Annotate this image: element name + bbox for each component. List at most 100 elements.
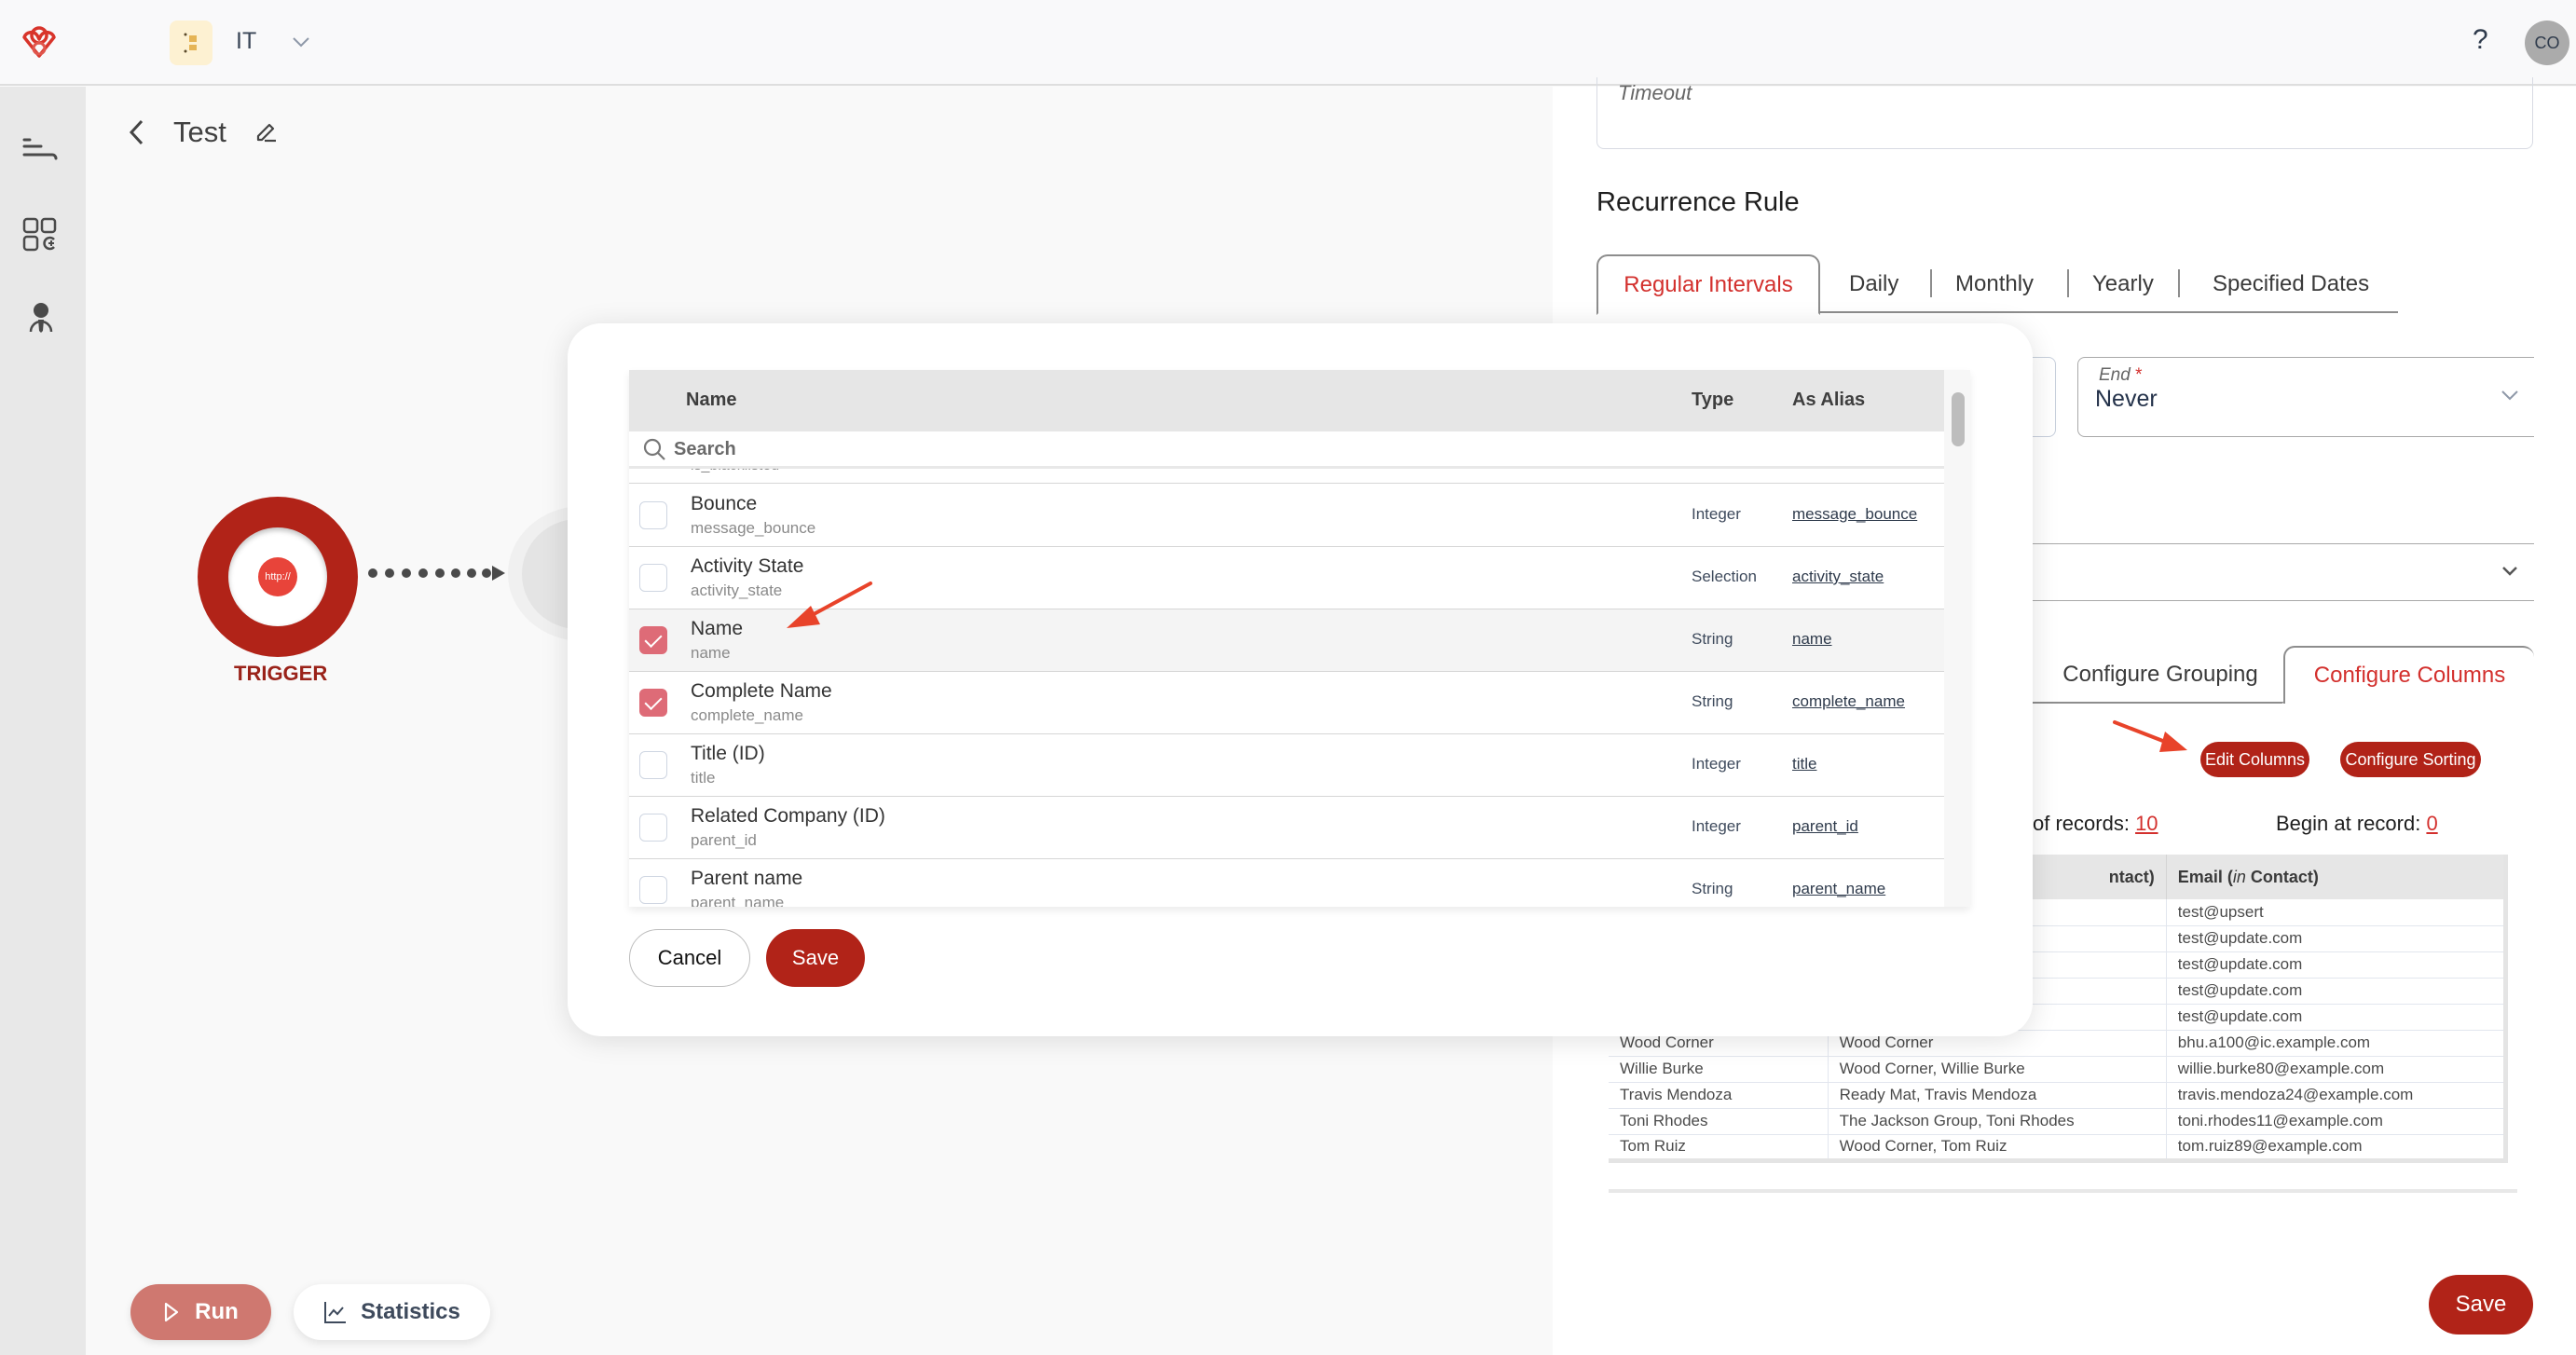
record-offset: Begin at record: 0 bbox=[2276, 812, 2438, 835]
field-picker-table: Name Type As Alias is_blacklisted Bounce… bbox=[629, 370, 1970, 907]
field-key: activity_state bbox=[691, 582, 783, 599]
chevron-down-icon bbox=[2501, 390, 2518, 401]
save-button[interactable]: Save bbox=[2429, 1275, 2533, 1334]
tab-yearly[interactable]: Yearly bbox=[2092, 254, 2154, 313]
end-value: Never bbox=[2095, 386, 2158, 412]
preview-row: Travis Mendoza Ready Mat, Travis Mendoza t… bbox=[1609, 1082, 2507, 1109]
statistics-label: Statistics bbox=[361, 1299, 460, 1324]
edit-title-icon[interactable] bbox=[253, 119, 280, 145]
play-icon bbox=[165, 1302, 179, 1322]
timeout-field[interactable]: Timeout bbox=[1596, 77, 2533, 149]
cancel-button[interactable]: Cancel bbox=[629, 929, 750, 987]
agent-icon[interactable] bbox=[21, 298, 62, 339]
column-header-type: Type bbox=[1692, 390, 1734, 410]
field-key: message_bounce bbox=[691, 519, 816, 537]
preview-cell: Travis Mendoza bbox=[1609, 1082, 1829, 1109]
field-label: Activity State bbox=[691, 555, 804, 577]
preview-cell: Wood Corner, Tom Ruiz bbox=[1828, 1134, 2167, 1161]
field-type: Integer bbox=[1692, 817, 1741, 835]
apps-add-icon[interactable] bbox=[21, 215, 62, 256]
timeout-label: Timeout bbox=[1618, 81, 1692, 104]
recurrence-tabs: Regular Intervals Daily Monthly Yearly S… bbox=[1596, 254, 2398, 315]
field-checkbox[interactable] bbox=[639, 626, 667, 654]
configure-sorting-button[interactable]: Configure Sorting bbox=[2340, 742, 2481, 777]
field-alias-link[interactable]: activity_state bbox=[1792, 568, 1884, 586]
field-search bbox=[629, 431, 1944, 469]
preview-cell: Willie Burke bbox=[1609, 1056, 1829, 1083]
flows-icon[interactable] bbox=[21, 132, 62, 173]
user-avatar[interactable]: CO bbox=[2525, 21, 2569, 65]
recurrence-rule-title: Recurrence Rule bbox=[1596, 187, 1800, 217]
top-bar: IT ? CO bbox=[0, 0, 2576, 86]
field-alias-link[interactable]: parent_id bbox=[1792, 817, 1858, 836]
field-label: Title (ID) bbox=[691, 743, 765, 764]
end-label: End bbox=[2099, 365, 2131, 385]
field-row[interactable]: Parent name parent_name String parent_name bbox=[629, 859, 1944, 907]
chevron-down-icon bbox=[2502, 567, 2517, 576]
chevron-down-icon[interactable] bbox=[291, 32, 311, 52]
http-trigger-icon: http:// bbox=[258, 557, 297, 596]
app-logo-icon[interactable] bbox=[19, 26, 60, 60]
field-type: String bbox=[1692, 692, 1733, 710]
preview-cell: Ready Mat, Travis Mendoza bbox=[1828, 1082, 2167, 1109]
field-alias-link[interactable]: message_bounce bbox=[1792, 505, 1917, 524]
preview-cell: Tom Ruiz bbox=[1609, 1134, 1829, 1161]
field-checkbox[interactable] bbox=[639, 751, 667, 779]
field-list-scrollbar[interactable] bbox=[1944, 370, 1970, 907]
help-icon[interactable]: ? bbox=[2473, 24, 2488, 56]
field-alias-link[interactable]: complete_name bbox=[1792, 692, 1905, 711]
back-icon[interactable] bbox=[123, 116, 151, 149]
preview-cell: test@update.com bbox=[2166, 978, 2507, 1005]
field-row[interactable]: Title (ID) title Integer title bbox=[629, 734, 1944, 797]
tab-monthly[interactable]: Monthly bbox=[1955, 254, 2034, 313]
modal-save-button[interactable]: Save bbox=[766, 929, 865, 987]
run-label: Run bbox=[195, 1299, 239, 1324]
field-checkbox[interactable] bbox=[639, 501, 667, 529]
workspace-icon bbox=[184, 33, 197, 53]
sidebar bbox=[0, 87, 86, 1355]
field-checkbox[interactable] bbox=[639, 814, 667, 842]
tab-regular-intervals[interactable]: Regular Intervals bbox=[1596, 254, 1820, 315]
preview-row: Toni Rhodes The Jackson Group, Toni Rhode… bbox=[1609, 1108, 2507, 1135]
scrollbar-thumb[interactable] bbox=[1952, 392, 1965, 446]
field-row[interactable]: Complete Name complete_name String complete… bbox=[629, 672, 1944, 734]
field-label: Complete Name bbox=[691, 680, 832, 702]
run-button[interactable]: Run bbox=[130, 1284, 271, 1340]
preview-cell: test@update.com bbox=[2166, 951, 2507, 979]
field-alias-link[interactable]: parent_name bbox=[1792, 880, 1885, 898]
statistics-button[interactable]: Statistics bbox=[294, 1284, 490, 1340]
tab-daily[interactable]: Daily bbox=[1849, 254, 1898, 313]
field-row[interactable]: Bounce message_bounce Integer message_bounc… bbox=[629, 485, 1944, 547]
field-alias-link[interactable]: name bbox=[1792, 630, 1832, 649]
preview-cell: test@update.com bbox=[2166, 1004, 2507, 1031]
tab-specified-dates[interactable]: Specified Dates bbox=[2213, 254, 2369, 313]
annotation-arrow-icon bbox=[2113, 720, 2187, 752]
field-checkbox[interactable] bbox=[639, 564, 667, 592]
workspace-name[interactable]: IT bbox=[236, 28, 256, 55]
workspace-badge[interactable] bbox=[170, 21, 212, 65]
field-alias-link[interactable]: title bbox=[1792, 755, 1816, 773]
chart-line-icon bbox=[324, 1302, 347, 1323]
field-row[interactable]: Related Company (ID) parent_id Integer pare… bbox=[629, 797, 1944, 859]
search-input[interactable] bbox=[674, 435, 1885, 463]
preview-cell: Toni Rhodes bbox=[1609, 1108, 1829, 1135]
field-table-header: Name Type As Alias bbox=[629, 370, 1944, 431]
search-icon bbox=[643, 438, 665, 460]
edit-columns-modal: Name Type As Alias is_blacklisted Bounce… bbox=[568, 323, 2033, 1036]
trigger-node[interactable]: http:// bbox=[198, 497, 358, 657]
preview-header-email: Email (in Contact) bbox=[2166, 855, 2507, 899]
field-type: Integer bbox=[1692, 505, 1741, 523]
preview-cell: toni.rhodes11@example.com bbox=[2166, 1108, 2507, 1135]
annotation-arrow-icon bbox=[787, 582, 872, 628]
record-count-link[interactable]: 10 bbox=[2135, 812, 2158, 835]
end-select[interactable]: End * Never bbox=[2077, 357, 2534, 437]
edit-columns-button[interactable]: Edit Columns bbox=[2200, 742, 2309, 777]
field-type: Selection bbox=[1692, 568, 1757, 585]
field-checkbox[interactable] bbox=[639, 689, 667, 717]
field-type: Integer bbox=[1692, 755, 1741, 773]
tab-configure-grouping[interactable]: Configure Grouping bbox=[2037, 646, 2283, 704]
list-item-partial: is_blacklisted bbox=[629, 469, 1944, 484]
record-offset-link[interactable]: 0 bbox=[2426, 812, 2437, 835]
field-checkbox[interactable] bbox=[639, 876, 667, 904]
tab-configure-columns[interactable]: Configure Columns bbox=[2283, 646, 2534, 704]
